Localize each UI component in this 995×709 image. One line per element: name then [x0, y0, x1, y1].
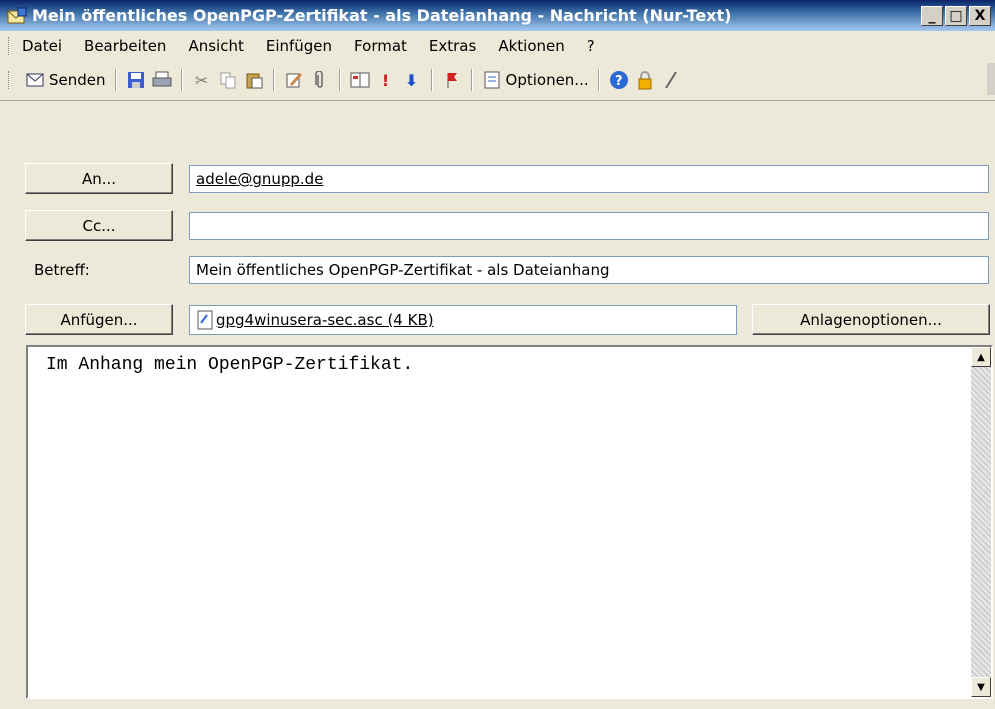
toolbar-overflow-handle[interactable] — [987, 63, 995, 95]
minimize-button[interactable]: _ — [921, 5, 943, 26]
save-button[interactable] — [123, 66, 149, 94]
vertical-scrollbar[interactable]: ▲ ▼ — [971, 347, 991, 697]
copy-button[interactable] — [215, 66, 241, 94]
options-label: Optionen... — [505, 71, 589, 89]
toolbar-grip — [8, 71, 12, 89]
cc-field[interactable] — [189, 212, 989, 240]
to-field[interactable]: adele@gnupp.de — [189, 165, 989, 193]
menu-datei[interactable]: Datei — [22, 37, 62, 55]
menu-grip — [8, 37, 12, 55]
scroll-down-button[interactable]: ▼ — [971, 677, 991, 697]
print-icon — [152, 70, 172, 90]
toolbar-separator — [272, 69, 275, 91]
menu-help[interactable]: ? — [587, 37, 595, 55]
title-bar: Mein öffentliches OpenPGP-Zertifikat - a… — [0, 0, 995, 31]
menu-bar: Datei Bearbeiten Ansicht Einfügen Format… — [0, 31, 995, 61]
menu-einfuegen[interactable]: Einfügen — [266, 37, 332, 55]
toolbar-separator — [470, 69, 473, 91]
menu-bearbeiten[interactable]: Bearbeiten — [84, 37, 166, 55]
subject-label: Betreff: — [34, 261, 90, 279]
message-app-icon — [6, 5, 28, 27]
message-text: Im Anhang mein OpenPGP-Zertifikat. — [46, 355, 414, 375]
menu-extras[interactable]: Extras — [429, 37, 476, 55]
menu-aktionen[interactable]: Aktionen — [498, 37, 564, 55]
toolbar-separator — [597, 69, 600, 91]
toolbar-separator — [114, 69, 117, 91]
toolbar-separator — [430, 69, 433, 91]
paste-icon — [244, 70, 264, 90]
scroll-up-button[interactable]: ▲ — [971, 347, 991, 367]
maximize-button[interactable]: □ — [945, 5, 967, 26]
options-button[interactable]: Optionen... — [479, 66, 592, 94]
window-title: Mein öffentliches OpenPGP-Zertifikat - a… — [32, 6, 732, 25]
flag-icon — [442, 70, 462, 90]
toolbar: Senden ✂ ! ⬇ Optionen... ? — [0, 61, 995, 99]
encrypt-button[interactable] — [632, 66, 658, 94]
to-recipient[interactable]: adele@gnupp.de — [196, 170, 323, 188]
sign-button[interactable] — [658, 66, 684, 94]
help-icon: ? — [609, 70, 629, 90]
attach-file-button[interactable] — [307, 66, 333, 94]
options-icon — [482, 70, 502, 90]
print-button[interactable] — [149, 66, 175, 94]
file-icon — [194, 310, 216, 330]
to-button[interactable]: An... — [25, 163, 173, 194]
attachment-link[interactable]: gpg4winusera-sec.asc (4 KB) — [216, 311, 434, 329]
close-button[interactable]: X — [969, 5, 991, 26]
low-importance-button[interactable]: ⬇ — [399, 66, 425, 94]
toolbar-separator — [338, 69, 341, 91]
lock-icon — [635, 70, 655, 90]
svg-text:?: ? — [615, 74, 623, 89]
addressbook-icon — [350, 70, 370, 90]
low-importance-icon: ⬇ — [404, 70, 419, 90]
high-importance-icon: ! — [381, 70, 390, 90]
signature-icon — [661, 70, 681, 90]
copy-icon — [218, 70, 238, 90]
attach-button[interactable]: Anfügen... — [25, 304, 173, 335]
attachment-field[interactable]: gpg4winusera-sec.asc (4 KB) — [189, 305, 737, 335]
help-button[interactable]: ? — [606, 66, 632, 94]
cut-button[interactable]: ✂ — [189, 66, 215, 94]
flag-button[interactable] — [439, 66, 465, 94]
menu-format[interactable]: Format — [354, 37, 407, 55]
paperclip-icon — [310, 70, 330, 90]
attachment-options-button[interactable]: Anlagenoptionen... — [752, 304, 990, 335]
cc-button[interactable]: Cc... — [25, 210, 173, 241]
edit-icon — [284, 70, 304, 90]
paste-button[interactable] — [241, 66, 267, 94]
header-divider — [0, 100, 995, 104]
edit-button[interactable] — [281, 66, 307, 94]
subject-field[interactable]: Mein öffentliches OpenPGP-Zertifikat - a… — [189, 256, 989, 284]
high-importance-button[interactable]: ! — [373, 66, 399, 94]
send-button[interactable]: Senden — [22, 66, 109, 94]
address-book-button[interactable] — [347, 66, 373, 94]
menu-ansicht[interactable]: Ansicht — [188, 37, 243, 55]
send-label: Senden — [49, 71, 106, 89]
cut-icon: ✂ — [194, 70, 209, 90]
toolbar-separator — [180, 69, 183, 91]
message-body[interactable]: Im Anhang mein OpenPGP-Zertifikat. ▲ ▼ — [26, 345, 993, 699]
envelope-icon — [25, 70, 45, 90]
save-icon — [126, 70, 146, 90]
